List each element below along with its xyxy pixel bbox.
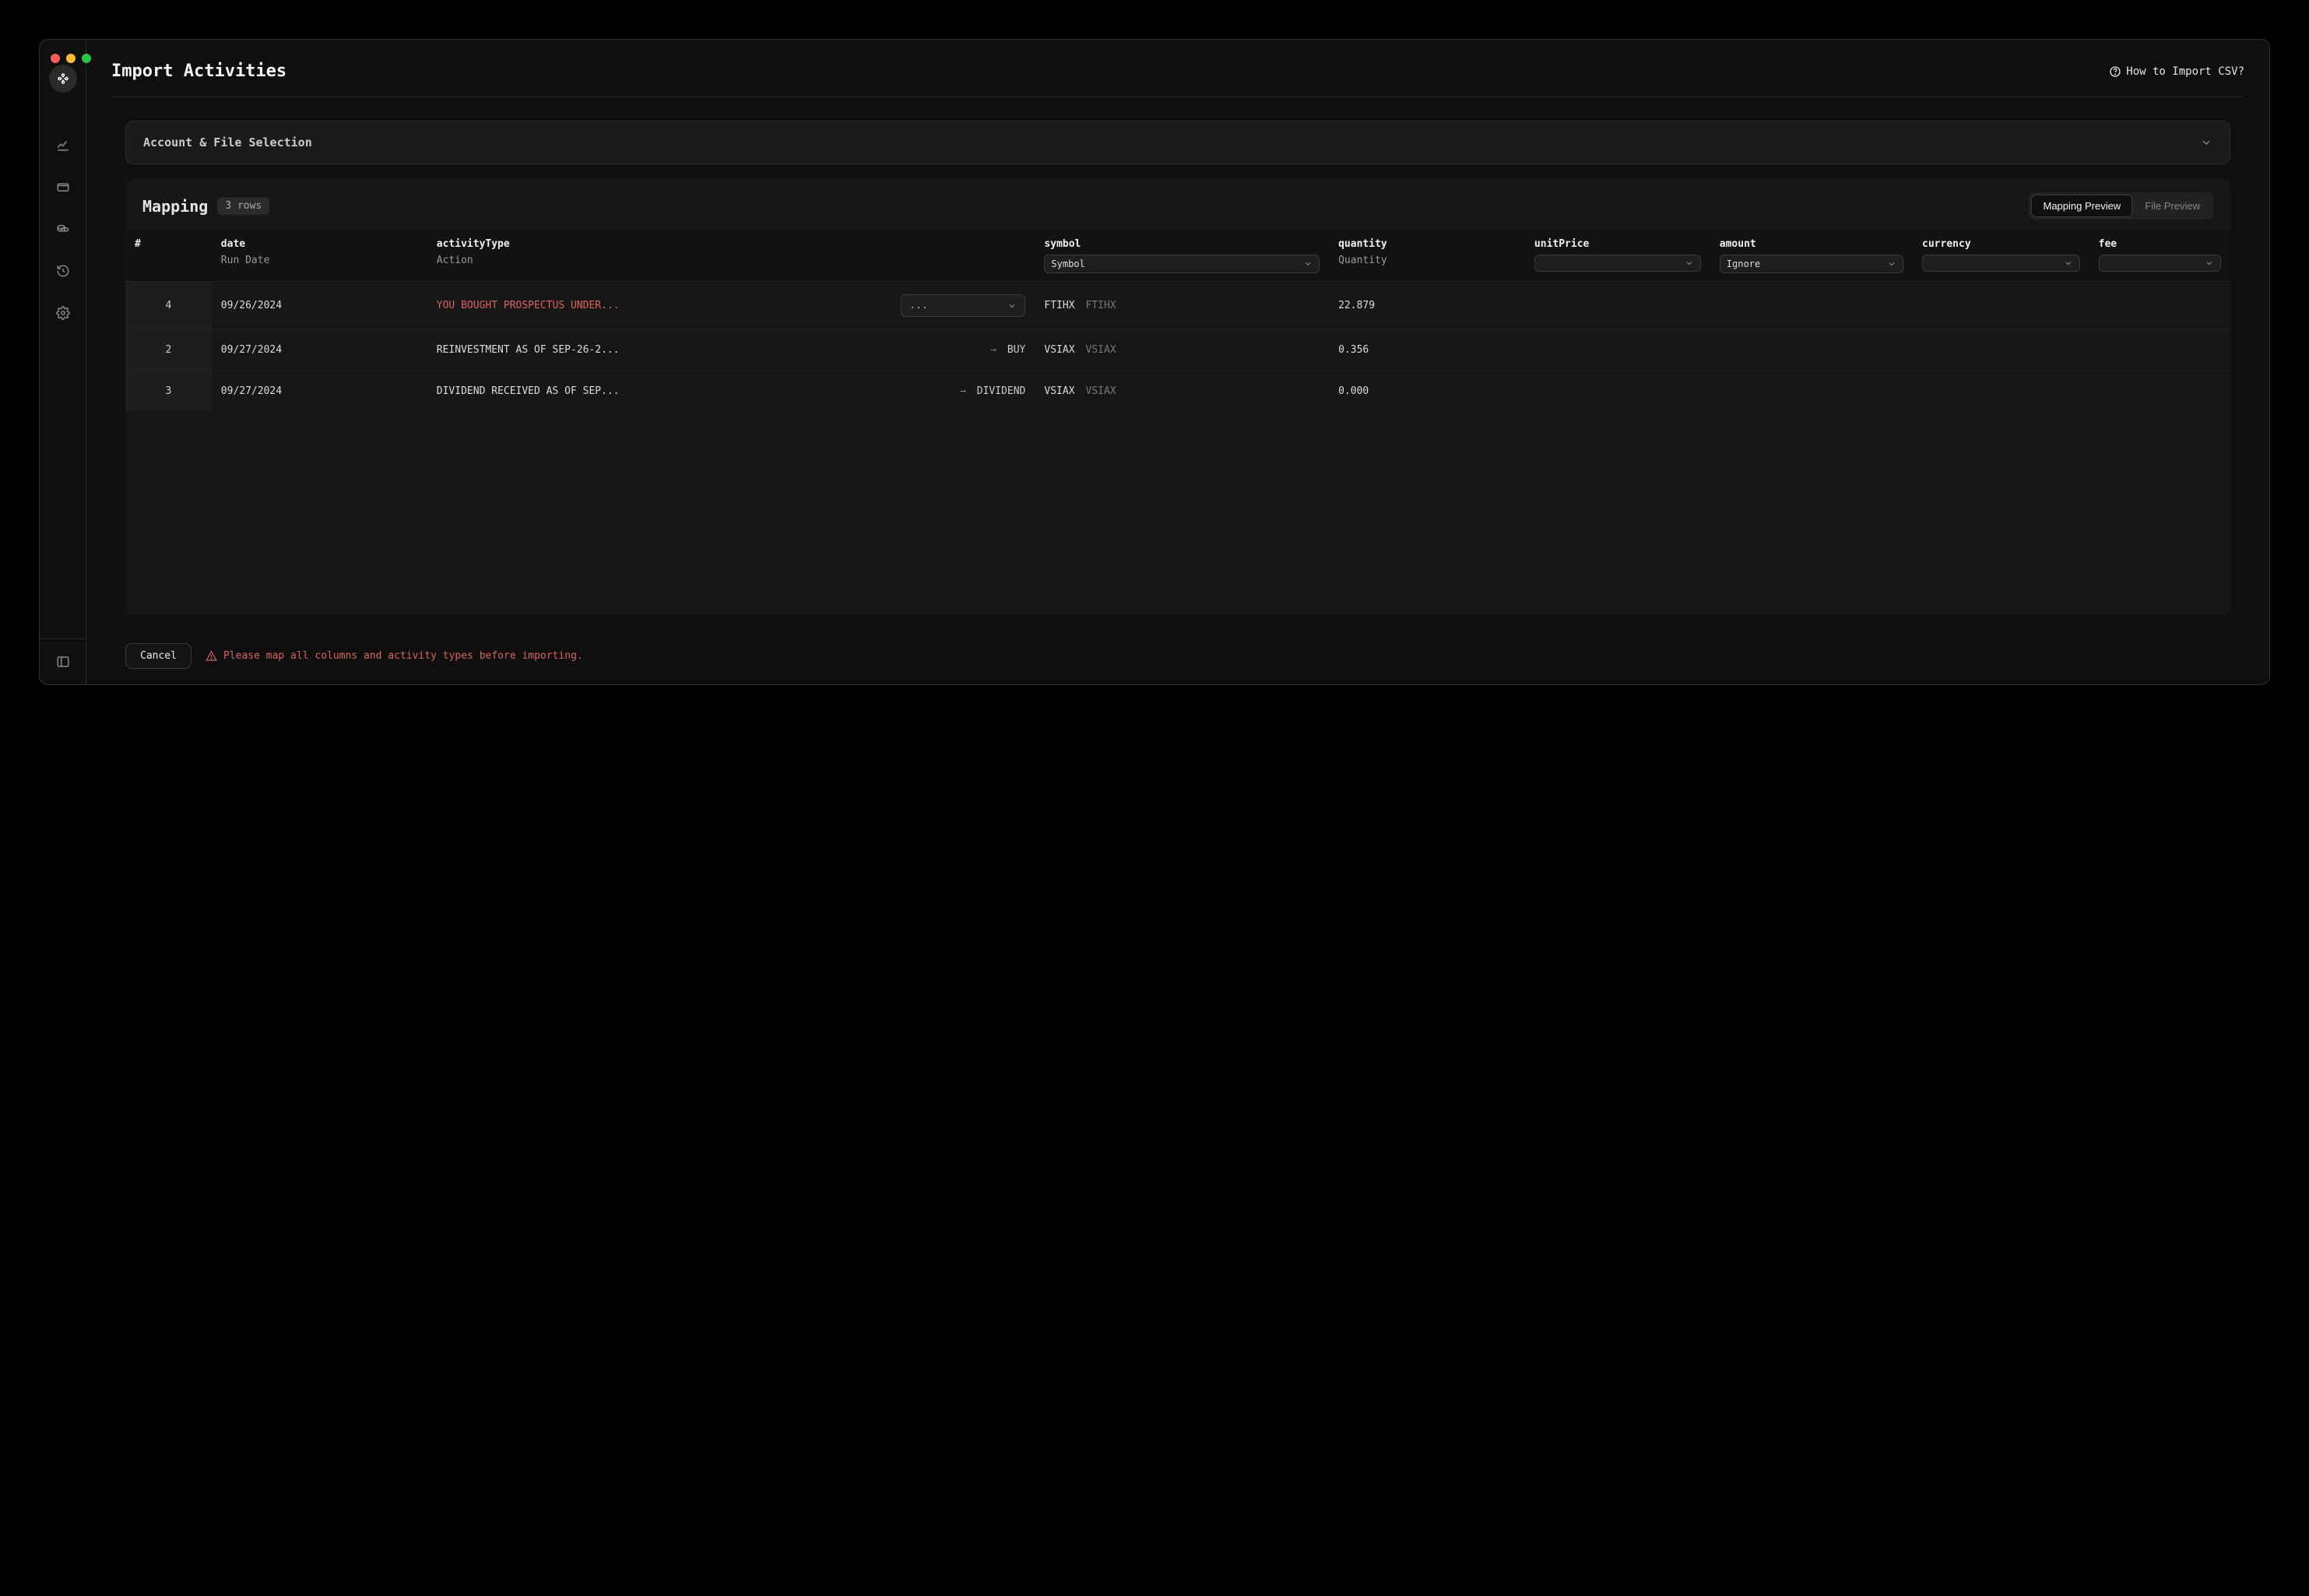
col-amount-label: amount <box>1720 238 1903 250</box>
row-date: 09/27/2024 <box>212 371 427 411</box>
table-row: 309/27/2024DIVIDEND RECEIVED AS OF SEP..… <box>125 371 2230 411</box>
sidebar-item-settings[interactable] <box>50 300 76 326</box>
sidebar-item-dashboard[interactable] <box>50 132 76 158</box>
grid-icon <box>56 72 70 86</box>
tab-file-preview[interactable]: File Preview <box>2134 195 2211 217</box>
amount-select[interactable]: Ignore <box>1720 255 1903 273</box>
help-link[interactable]: How to Import CSV? <box>2109 65 2244 78</box>
table-row: 209/27/2024REINVESTMENT AS OF SEP-26-2..… <box>125 330 2230 371</box>
symbol-select[interactable]: Symbol <box>1044 255 1320 273</box>
row-empty <box>1525 282 1710 330</box>
minimize-icon[interactable] <box>66 54 76 63</box>
cancel-button[interactable]: Cancel <box>125 643 192 669</box>
help-link-label: How to Import CSV? <box>2126 65 2244 78</box>
sidebar-toggle[interactable] <box>50 649 76 675</box>
mapping-card: Mapping 3 rows Mapping Preview File Prev… <box>125 178 2230 615</box>
col-date-sub: Run Date <box>221 255 418 266</box>
col-currency-label: currency <box>1922 238 2080 250</box>
app-window: Import Activities How to Import CSV? Acc… <box>39 39 2270 685</box>
sidebar <box>40 40 86 684</box>
sidebar-item-history[interactable] <box>50 258 76 284</box>
row-empty <box>1710 330 1913 371</box>
activity-mapped-type: BUY <box>1007 344 1025 356</box>
arrow-right-icon: → <box>990 344 996 356</box>
row-empty <box>1913 330 2089 371</box>
activity-raw-text: REINVESTMENT AS OF SEP-26-2... <box>437 343 979 358</box>
page-title: Import Activities <box>111 62 286 81</box>
row-activity: YOU BOUGHT PROSPECTUS UNDER...... <box>427 282 1035 330</box>
chart-line-icon <box>56 138 70 152</box>
activity-raw-text: YOU BOUGHT PROSPECTUS UNDER... <box>437 298 891 314</box>
row-empty <box>2089 330 2230 371</box>
arrow-right-icon: → <box>960 385 966 397</box>
row-symbol: VSIAXVSIAX <box>1035 371 1329 411</box>
row-date: 09/27/2024 <box>212 330 427 371</box>
chevron-down-icon <box>1887 259 1896 269</box>
row-quantity: 22.879 <box>1329 282 1525 330</box>
activity-raw-text: DIVIDEND RECEIVED AS OF SEP... <box>437 384 949 399</box>
row-symbol: FTIHXFTIHX <box>1035 282 1329 330</box>
col-activity-sub: Action <box>437 255 1026 266</box>
row-date: 09/26/2024 <box>212 282 427 330</box>
alert-triangle-icon <box>206 650 217 662</box>
activity-type-select[interactable]: ... <box>901 294 1025 317</box>
row-index: 2 <box>125 330 212 371</box>
wallet-icon <box>56 180 70 194</box>
rows-badge: 3 rows <box>217 197 269 215</box>
row-empty <box>1710 282 1913 330</box>
activity-mapped-type: DIVIDEND <box>977 385 1026 397</box>
row-activity: DIVIDEND RECEIVED AS OF SEP... → DIVIDEND <box>427 371 1035 411</box>
panel-icon <box>56 655 70 669</box>
window-controls <box>40 47 102 69</box>
account-file-panel[interactable]: Account & File Selection <box>125 121 2230 164</box>
col-activity-label: activityType <box>437 238 1026 250</box>
fee-select[interactable] <box>2099 255 2221 272</box>
account-file-label: Account & File Selection <box>143 135 312 149</box>
help-circle-icon <box>2109 65 2121 78</box>
row-empty <box>2089 282 2230 330</box>
row-empty <box>2089 371 2230 411</box>
close-icon[interactable] <box>51 54 60 63</box>
row-empty <box>1913 371 2089 411</box>
maximize-icon[interactable] <box>82 54 91 63</box>
row-empty <box>1525 330 1710 371</box>
row-empty <box>1710 371 1913 411</box>
warning-message: Please map all columns and activity type… <box>206 650 583 662</box>
col-symbol-label: symbol <box>1044 238 1320 250</box>
tab-mapping-preview[interactable]: Mapping Preview <box>2031 195 2132 217</box>
chevron-down-icon <box>1685 258 1694 268</box>
col-date-label: date <box>221 238 418 250</box>
sidebar-item-holdings[interactable] <box>50 216 76 242</box>
col-quantity-label: quantity <box>1338 238 1516 250</box>
col-index: # <box>135 238 202 250</box>
col-unitprice-label: unitPrice <box>1534 238 1701 250</box>
mapping-table: # date Run Date activityType Action <box>125 230 2230 411</box>
row-empty <box>1913 282 2089 330</box>
col-fee-label: fee <box>2099 238 2221 250</box>
row-activity: REINVESTMENT AS OF SEP-26-2... → BUY <box>427 330 1035 371</box>
chevron-down-icon <box>1303 259 1313 269</box>
col-quantity-sub: Quantity <box>1338 255 1516 266</box>
gear-icon <box>56 306 70 320</box>
row-symbol: VSIAXVSIAX <box>1035 330 1329 371</box>
row-quantity: 0.356 <box>1329 330 1525 371</box>
main-content: Import Activities How to Import CSV? Acc… <box>86 40 2269 684</box>
currency-select[interactable] <box>1922 255 2080 272</box>
history-icon <box>56 264 70 278</box>
coins-icon <box>56 222 70 236</box>
table-row: 409/26/2024YOU BOUGHT PROSPECTUS UNDER..… <box>125 282 2230 330</box>
chevron-down-icon <box>2064 258 2073 268</box>
row-quantity: 0.000 <box>1329 371 1525 411</box>
row-index: 4 <box>125 282 212 330</box>
warning-text: Please map all columns and activity type… <box>223 650 583 662</box>
row-index: 3 <box>125 371 212 411</box>
chevron-down-icon <box>2200 136 2212 149</box>
chevron-down-icon <box>1007 301 1017 311</box>
chevron-down-icon <box>2205 258 2214 268</box>
preview-toggle: Mapping Preview File Preview <box>2029 192 2213 220</box>
unitprice-select[interactable] <box>1534 255 1701 272</box>
mapping-title: Mapping <box>142 197 208 216</box>
sidebar-item-accounts[interactable] <box>50 174 76 200</box>
row-empty <box>1525 371 1710 411</box>
